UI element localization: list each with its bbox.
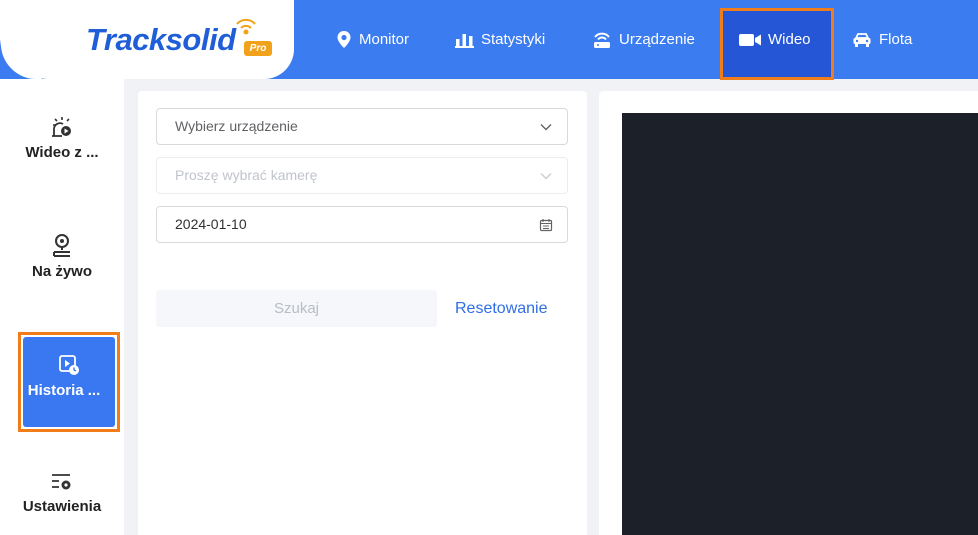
nav-video-label: Wideo [768, 31, 811, 48]
nav-monitor-label: Monitor [359, 31, 410, 48]
top-navigation-bar: Tracksolid Pro Monitor Statystyki Urządz… [0, 0, 978, 80]
nav-statistics-label: Statystyki [481, 31, 546, 48]
device-select[interactable]: Wybierz urządzenie [156, 108, 568, 145]
sidebar-label-live: Na żywo [31, 263, 92, 280]
nav-statistics[interactable]: Statystyki [455, 0, 545, 79]
logo-container: Tracksolid Pro [18, 0, 294, 79]
live-video-icon [52, 117, 71, 137]
nav-monitor[interactable]: Monitor [336, 0, 409, 79]
sidebar-label-settings: Ustawienia [22, 498, 102, 515]
calendar-icon [539, 219, 553, 232]
video-player[interactable] [622, 113, 978, 535]
car-icon [853, 32, 871, 47]
logo-pro-badge: Pro [244, 41, 272, 56]
video-sidebar: Wideo z ... Na żywo Historia ... Ustawie… [0, 79, 124, 535]
map-pin-icon [53, 234, 70, 257]
reset-button[interactable]: Resetowanie [455, 290, 548, 327]
chevron-down-icon [540, 124, 552, 131]
router-device-icon [594, 32, 610, 48]
settings-list-icon [52, 474, 71, 490]
sidebar-history-highlight: Historia ... [18, 332, 120, 432]
sidebar-item-live-video[interactable]: Wideo z ... [0, 116, 124, 161]
sidebar-item-history[interactable]: Historia ... [23, 337, 115, 427]
nav-device-label: Urządzenie [619, 31, 695, 48]
signal-wave-icon [236, 18, 256, 35]
chevron-down-icon [540, 173, 552, 180]
camera-select-placeholder: Proszę wybrać kamerę [175, 167, 318, 183]
sidebar-item-settings[interactable]: Ustawienia [0, 472, 124, 515]
playback-history-icon [59, 355, 79, 375]
location-pin-icon [337, 31, 351, 48]
sidebar-label-history: Historia ... [27, 382, 101, 399]
device-select-placeholder: Wybierz urządzenie [175, 118, 298, 134]
tracksolid-logo[interactable]: Tracksolid Pro [86, 18, 286, 60]
camera-select[interactable]: Proszę wybrać kamerę [156, 157, 568, 194]
sidebar-label-live-video: Wideo z ... [25, 144, 99, 161]
nav-fleet-label: Flota [879, 31, 913, 48]
bar-chart-icon [455, 33, 474, 48]
sidebar-item-live[interactable]: Na żywo [0, 233, 124, 280]
video-panel [599, 91, 978, 535]
nav-device[interactable]: Urządzenie [592, 0, 695, 79]
logo-text: Tracksolid [86, 22, 236, 57]
search-panel: Wybierz urządzenie Proszę wybrać kamerę … [138, 91, 587, 535]
video-camera-icon [739, 33, 761, 46]
date-picker-value: 2024-01-10 [175, 216, 247, 232]
nav-video[interactable]: Wideo [739, 0, 811, 79]
date-picker[interactable]: 2024-01-10 [156, 206, 568, 243]
search-button[interactable]: Szukaj [156, 290, 437, 327]
nav-fleet[interactable]: Flota [852, 0, 912, 79]
